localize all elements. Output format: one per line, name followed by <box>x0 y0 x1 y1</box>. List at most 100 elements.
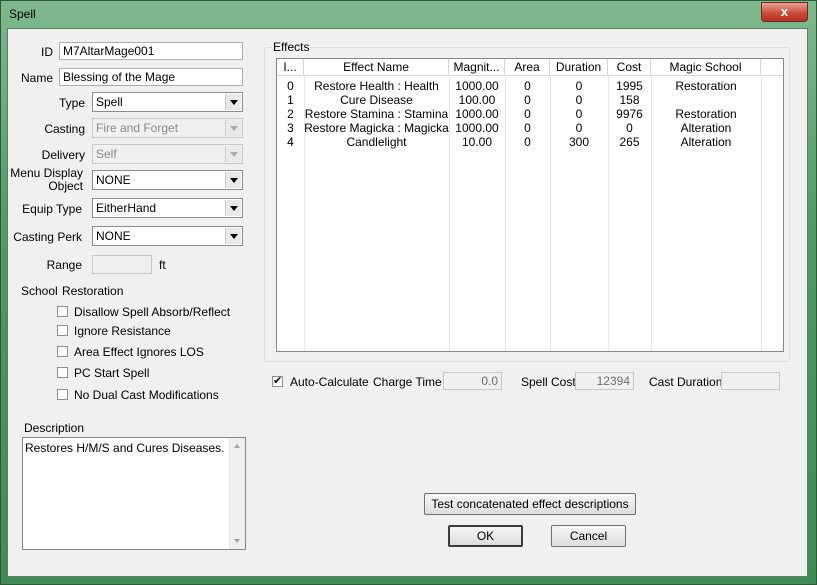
cell-cost: 265 <box>619 135 640 149</box>
cell-index: 3 <box>287 121 294 135</box>
pc-start-spell-checkbox[interactable] <box>57 367 68 378</box>
spell-cost-field: 12394 <box>575 372 634 390</box>
cell-duration: 0 <box>575 93 583 107</box>
column-header-cost[interactable]: Cost <box>608 59 651 76</box>
cell-cost: 0 <box>626 121 633 135</box>
cell-area: 0 <box>524 135 531 149</box>
ok-button[interactable]: OK <box>448 525 523 547</box>
casting-value: Fire and Forget <box>96 121 179 135</box>
cell-duration: 0 <box>575 107 583 121</box>
casting-dropdown: Fire and Forget <box>92 118 243 138</box>
column-header-effect-name[interactable]: Effect Name <box>304 59 449 76</box>
pc-start-spell-label: PC Start Spell <box>74 366 150 380</box>
cell-effect-name: Cure Disease <box>340 93 413 107</box>
name-field[interactable]: Blessing of the Mage <box>59 68 243 86</box>
type-value: Spell <box>96 95 123 109</box>
menu-display-label-line2: Object <box>48 179 83 193</box>
cast-duration-field <box>721 372 780 390</box>
cell-area: 0 <box>524 121 531 135</box>
column-header-magic-school[interactable]: Magic School <box>651 59 761 76</box>
name-label: Name <box>20 71 53 85</box>
column-header-index[interactable]: I... <box>277 59 304 76</box>
menu-display-value: NONE <box>96 173 131 187</box>
cell-magnitude: 1000.00 <box>455 107 499 121</box>
delivery-value: Self <box>96 147 117 161</box>
menu-display-label-line1: Menu Display <box>10 166 83 180</box>
ignore-resistance-checkbox[interactable] <box>57 325 68 336</box>
cell-magnitude: 1000.00 <box>455 79 499 93</box>
id-field[interactable]: M7AltarMage001 <box>59 42 243 60</box>
description-label: Description <box>24 421 85 435</box>
school-value: Restoration <box>62 284 124 298</box>
description-textarea[interactable]: Restores H/M/S and Cures Diseases. <box>22 437 246 550</box>
cell-effect-name: Candlelight <box>346 135 407 149</box>
cell-cost: 9976 <box>616 107 643 121</box>
column-header-filler <box>761 59 783 76</box>
cell-magic-school: Restoration <box>675 79 737 93</box>
column-header-magnitude[interactable]: Magnit... <box>449 59 505 76</box>
chevron-down-icon[interactable] <box>225 228 241 244</box>
ignore-resistance-label: Ignore Resistance <box>74 324 171 338</box>
casting-perk-value: NONE <box>96 229 131 243</box>
test-concatenated-descriptions-button[interactable]: Test concatenated effect descriptions <box>424 493 636 515</box>
equip-type-label: Equip Type <box>22 202 82 216</box>
chevron-down-icon[interactable] <box>225 172 241 188</box>
equip-type-dropdown[interactable]: EitherHand <box>92 198 243 218</box>
casting-label: Casting <box>44 122 85 136</box>
chevron-down-icon <box>225 120 241 136</box>
cell-index: 2 <box>287 107 294 121</box>
chevron-down-icon[interactable] <box>225 200 241 216</box>
effects-group-label: Effects <box>272 40 311 54</box>
equip-type-value: EitherHand <box>96 201 157 215</box>
chevron-down-icon[interactable] <box>225 94 241 110</box>
school-label: School <box>21 284 58 298</box>
spell-cost-label: Spell Cost <box>521 375 576 389</box>
close-icon: x <box>780 4 789 19</box>
column-header-area[interactable]: Area <box>505 59 550 76</box>
cell-magic-school <box>651 93 761 107</box>
chevron-down-icon <box>225 146 241 162</box>
menu-display-object-dropdown[interactable]: NONE <box>92 170 243 190</box>
cell-effect-name: Restore Health : Health <box>314 79 439 93</box>
no-dual-cast-checkbox[interactable] <box>57 389 68 400</box>
casting-perk-dropdown[interactable]: NONE <box>92 226 243 246</box>
auto-calculate-label: Auto-Calculate <box>290 375 369 389</box>
cell-area: 0 <box>524 107 531 121</box>
scroll-up-icon[interactable] <box>234 444 240 448</box>
window-title: Spell <box>9 7 36 21</box>
casting-perk-label: Casting Perk <box>13 230 82 244</box>
cell-effect-name: Restore Stamina : Stamina <box>304 107 449 121</box>
cell-duration: 0 <box>575 79 583 93</box>
type-dropdown[interactable]: Spell <box>92 92 243 112</box>
scroll-down-icon[interactable] <box>234 539 240 543</box>
cell-area: 0 <box>524 93 531 107</box>
column-header-duration[interactable]: Duration <box>550 59 608 76</box>
cell-magnitude: 10.00 <box>461 135 493 149</box>
charge-time-label: Charge Time <box>373 375 442 389</box>
auto-calculate-checkbox[interactable] <box>272 374 283 387</box>
cell-magnitude: 1000.00 <box>455 121 499 135</box>
cancel-button[interactable]: Cancel <box>551 525 626 547</box>
column-divider <box>761 76 762 351</box>
disallow-absorb-reflect-checkbox[interactable] <box>57 306 68 317</box>
cell-index: 4 <box>287 135 294 149</box>
no-dual-cast-label: No Dual Cast Modifications <box>74 388 219 402</box>
delivery-label: Delivery <box>41 148 85 162</box>
range-unit: ft <box>159 258 166 272</box>
cell-area: 0 <box>524 79 531 93</box>
delivery-dropdown: Self <box>92 144 243 164</box>
id-label: ID <box>41 45 53 59</box>
disallow-absorb-reflect-label: Disallow Spell Absorb/Reflect <box>74 305 231 319</box>
area-effect-ignores-los-label: Area Effect Ignores LOS <box>74 345 204 359</box>
cell-magic-school: Alteration <box>680 121 732 135</box>
cell-duration: 0 <box>575 121 583 135</box>
menu-display-label: Menu Display Object <box>10 167 83 193</box>
cell-cost: 1995 <box>616 79 643 93</box>
effects-list[interactable]: I... Effect Name Magnit... Area Duration… <box>276 58 784 352</box>
close-button[interactable]: x <box>761 2 808 22</box>
description-scrollbar[interactable] <box>229 438 245 549</box>
cell-magnitude: 100.00 <box>458 93 496 107</box>
cell-index: 0 <box>287 79 294 93</box>
cell-magic-school: Restoration <box>675 107 737 121</box>
area-effect-ignores-los-checkbox[interactable] <box>57 346 68 357</box>
